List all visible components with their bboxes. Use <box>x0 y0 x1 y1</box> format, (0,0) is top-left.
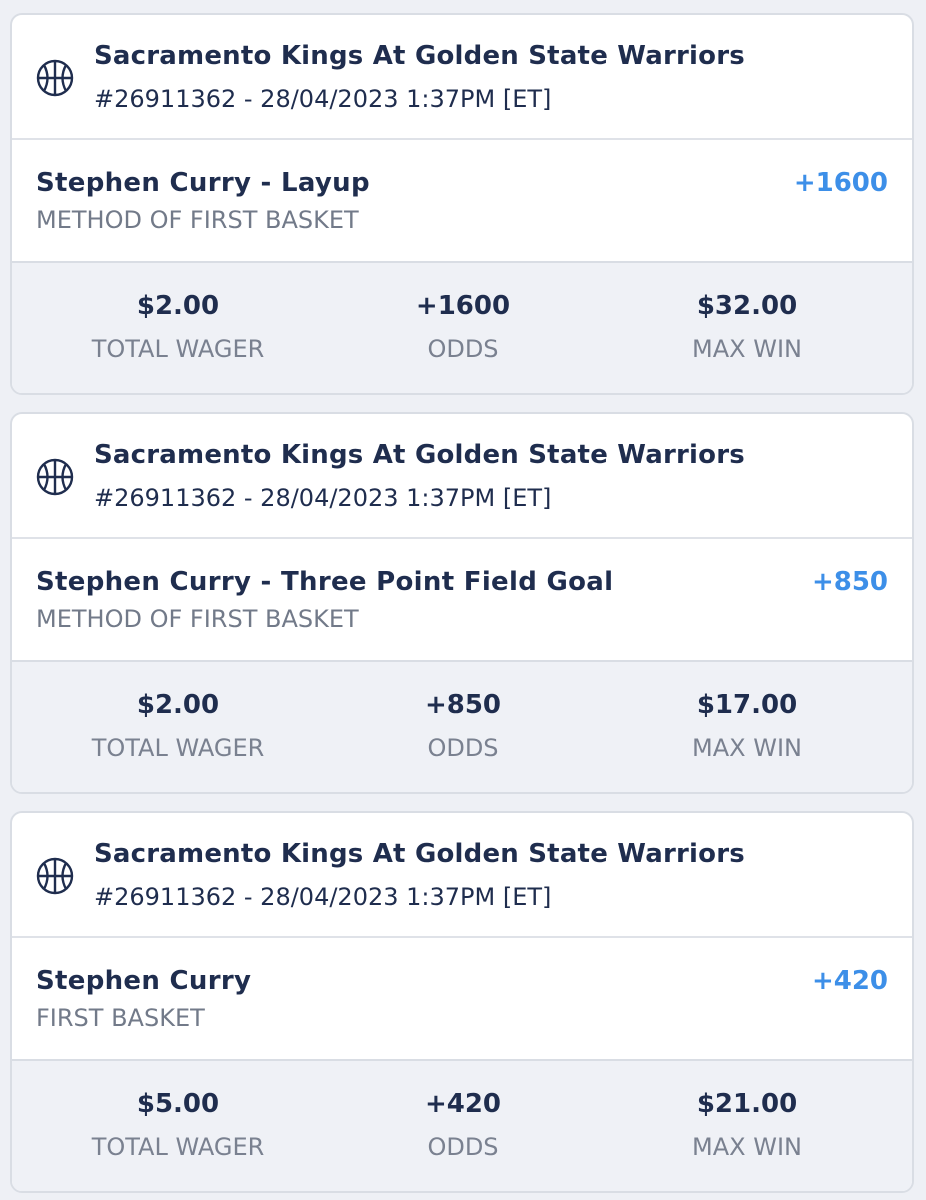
event-title: Sacramento Kings At Golden State Warrior… <box>94 839 745 869</box>
event-title: Sacramento Kings At Golden State Warrior… <box>94 440 745 470</box>
odds-label: ODDS <box>427 1133 499 1161</box>
max-win: $21.00 MAX WIN <box>597 1087 897 1163</box>
event-meta: #26911362 - 28/04/2023 1:37PM [ET] <box>94 484 552 512</box>
basketball-icon <box>36 857 74 895</box>
bet-summary: $2.00 TOTAL WAGER +1600 ODDS $32.00 MAX … <box>12 263 912 393</box>
odds-label: ODDS <box>427 335 499 363</box>
total-wager-value: $5.00 <box>136 1089 220 1119</box>
max-win-label: MAX WIN <box>692 1133 802 1161</box>
max-win: $17.00 MAX WIN <box>597 688 897 764</box>
bet-card[interactable]: Sacramento Kings At Golden State Warrior… <box>10 13 914 395</box>
event-title: Sacramento Kings At Golden State Warrior… <box>94 41 745 71</box>
selection-odds: +420 <box>811 966 888 996</box>
selection-odds: +850 <box>811 567 888 597</box>
total-wager: $2.00 TOTAL WAGER <box>28 289 328 365</box>
event-meta: #26911362 - 28/04/2023 1:37PM [ET] <box>94 883 552 911</box>
event-header[interactable]: Sacramento Kings At Golden State Warrior… <box>12 414 912 539</box>
max-win-value: $21.00 <box>696 1089 798 1119</box>
bet-card[interactable]: Sacramento Kings At Golden State Warrior… <box>10 811 914 1193</box>
bet-summary: $2.00 TOTAL WAGER +850 ODDS $17.00 MAX W… <box>12 662 912 792</box>
odds: +850 ODDS <box>313 688 613 764</box>
max-win-label: MAX WIN <box>692 335 802 363</box>
odds: +1600 ODDS <box>313 289 613 365</box>
selection-name: Stephen Curry <box>36 966 252 996</box>
max-win-value: $17.00 <box>696 690 798 720</box>
bet-summary: $5.00 TOTAL WAGER +420 ODDS $21.00 MAX W… <box>12 1061 912 1191</box>
max-win-value: $32.00 <box>696 291 798 321</box>
odds-value: +1600 <box>415 291 511 321</box>
total-wager-label: TOTAL WAGER <box>91 1133 265 1161</box>
bet-card[interactable]: Sacramento Kings At Golden State Warrior… <box>10 412 914 794</box>
total-wager-value: $2.00 <box>136 291 220 321</box>
total-wager-label: TOTAL WAGER <box>91 335 265 363</box>
total-wager-label: TOTAL WAGER <box>91 734 265 762</box>
selection-market: FIRST BASKET <box>36 1004 205 1032</box>
odds-value: +420 <box>424 1089 502 1119</box>
selection-row[interactable]: Stephen Curry - Three Point Field Goal M… <box>12 539 912 662</box>
odds-label: ODDS <box>427 734 499 762</box>
total-wager-value: $2.00 <box>136 690 220 720</box>
max-win: $32.00 MAX WIN <box>597 289 897 365</box>
selection-row[interactable]: Stephen Curry - Layup METHOD OF FIRST BA… <box>12 140 912 263</box>
selection-market: METHOD OF FIRST BASKET <box>36 206 359 234</box>
selection-row[interactable]: Stephen Curry FIRST BASKET +420 <box>12 938 912 1061</box>
selection-name: Stephen Curry - Layup <box>36 168 370 198</box>
event-header[interactable]: Sacramento Kings At Golden State Warrior… <box>12 813 912 938</box>
selection-market: METHOD OF FIRST BASKET <box>36 605 359 633</box>
event-meta: #26911362 - 28/04/2023 1:37PM [ET] <box>94 85 552 113</box>
basketball-icon <box>36 59 74 97</box>
selection-odds: +1600 <box>793 168 888 198</box>
odds: +420 ODDS <box>313 1087 613 1163</box>
total-wager: $2.00 TOTAL WAGER <box>28 688 328 764</box>
event-header[interactable]: Sacramento Kings At Golden State Warrior… <box>12 15 912 140</box>
max-win-label: MAX WIN <box>692 734 802 762</box>
total-wager: $5.00 TOTAL WAGER <box>28 1087 328 1163</box>
basketball-icon <box>36 458 74 496</box>
odds-value: +850 <box>424 690 502 720</box>
selection-name: Stephen Curry - Three Point Field Goal <box>36 567 614 597</box>
